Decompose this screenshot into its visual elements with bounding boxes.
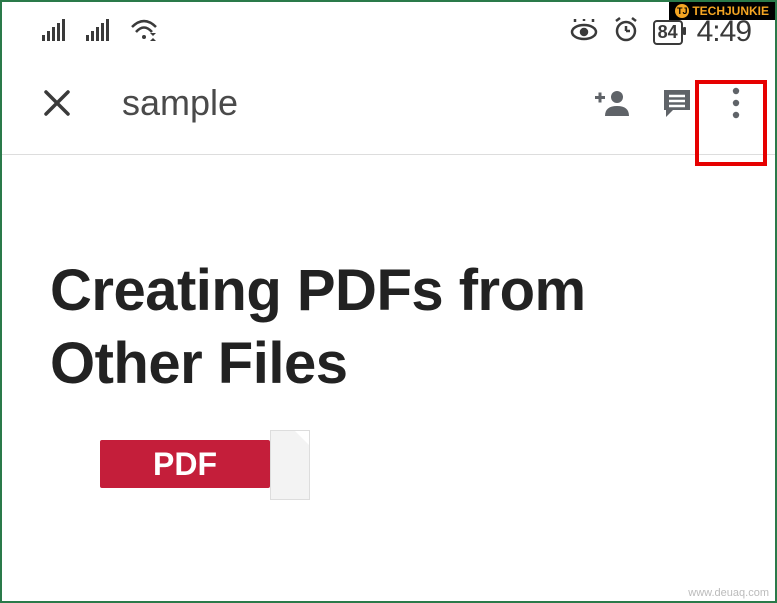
wifi-icon — [130, 19, 158, 46]
more-options-button[interactable] — [723, 85, 749, 121]
watermark-text: TECHJUNKIE — [692, 4, 769, 18]
close-button[interactable] — [42, 88, 72, 118]
battery-percent: 84 — [658, 22, 678, 43]
watermark-badge: TJ TECHJUNKIE — [669, 2, 775, 20]
pdf-label-icon: PDF — [100, 440, 270, 488]
pdf-label-text: PDF — [153, 446, 217, 483]
source-watermark: www.deuaq.com — [688, 587, 769, 599]
document-body[interactable]: Creating PDFs from Other Files PDF — [2, 155, 775, 508]
document-heading: Creating PDFs from Other Files — [50, 255, 727, 400]
clock-time: 4:49 — [697, 15, 751, 49]
page-corner-icon — [270, 430, 310, 500]
app-bar: sample — [2, 62, 775, 155]
signal1-icon — [42, 19, 68, 46]
battery-indicator: 84 — [653, 20, 683, 45]
document-title: sample — [122, 82, 545, 124]
alarm-icon — [613, 17, 639, 48]
eye-icon — [569, 19, 599, 46]
signal2-icon — [86, 19, 112, 46]
watermark-logo-icon: TJ — [675, 4, 689, 18]
status-bar: 84 4:49 — [2, 2, 775, 62]
add-person-button[interactable] — [595, 88, 631, 118]
comment-button[interactable] — [661, 87, 693, 119]
